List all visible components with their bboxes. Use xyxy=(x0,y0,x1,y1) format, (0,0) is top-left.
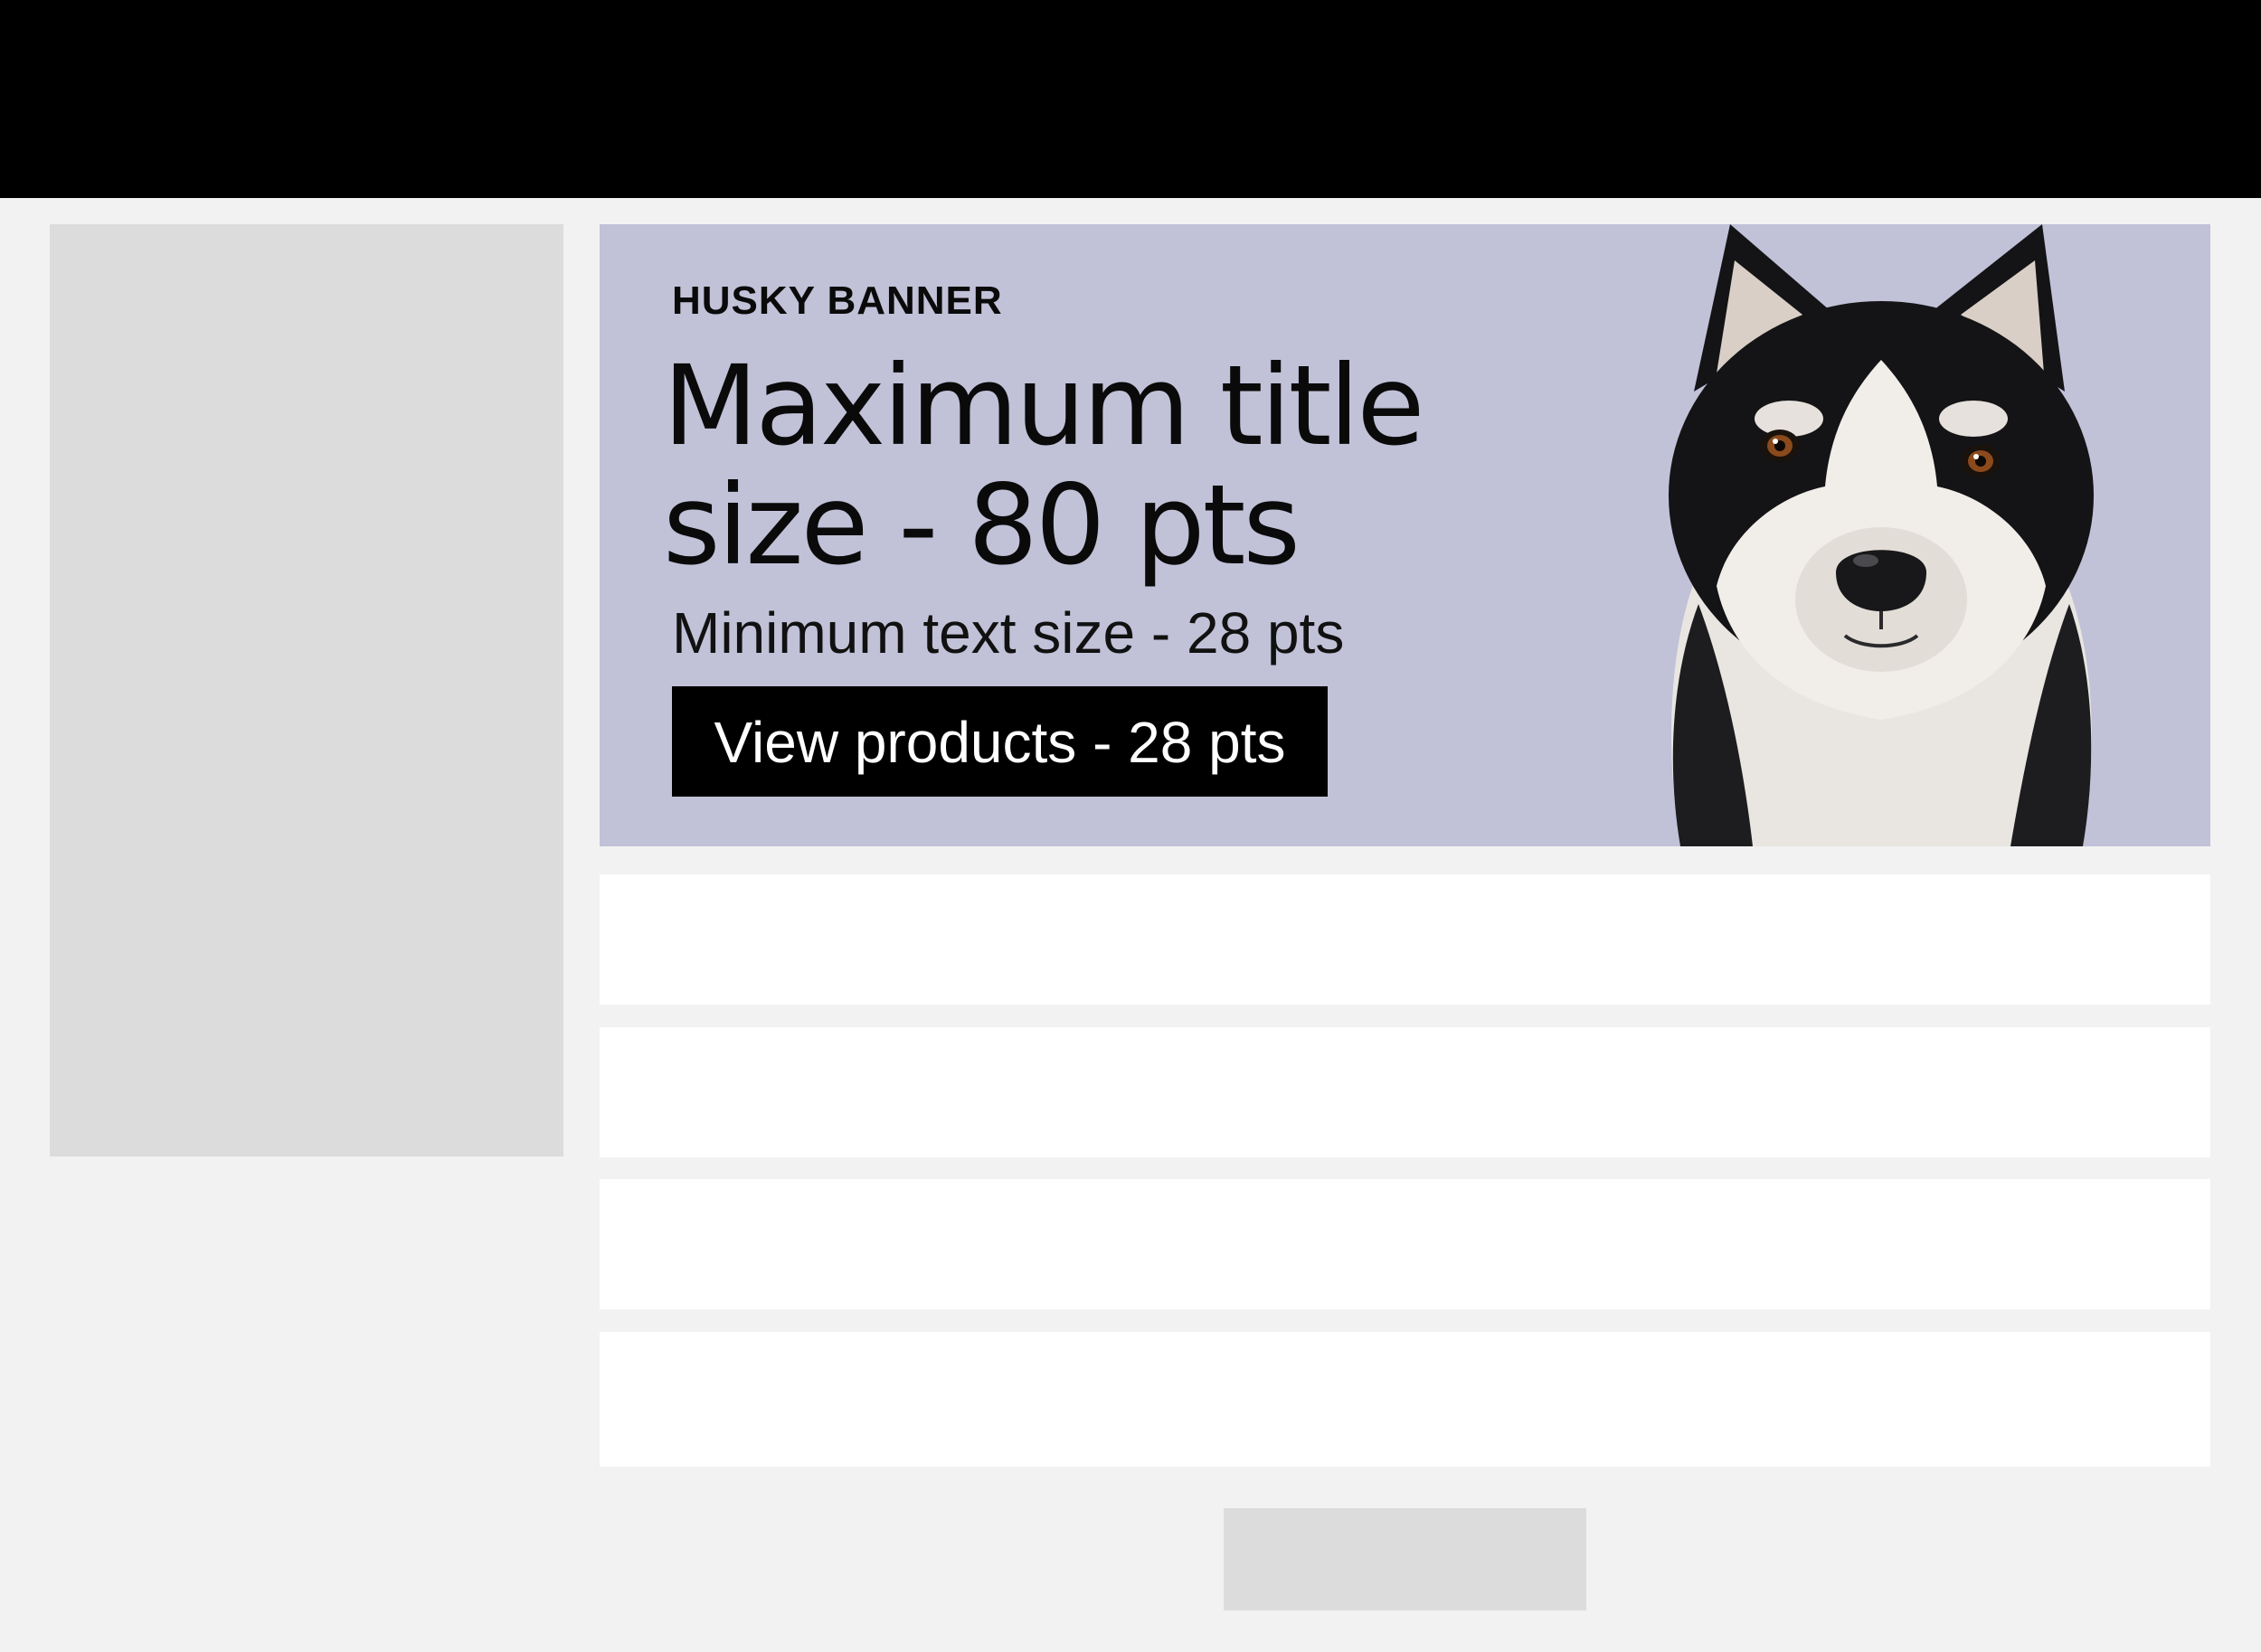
husky-image xyxy=(1669,224,2094,846)
list-item[interactable] xyxy=(600,874,2210,1005)
banner-title-line-2: size - 80 pts xyxy=(663,461,1301,590)
top-navigation-bar xyxy=(0,0,2261,198)
list-item[interactable] xyxy=(600,1027,2210,1157)
banner-title: Maximum title size - 80 pts xyxy=(663,346,1549,585)
husky-banner: HUSKY BANNER Maximum title size - 80 pts… xyxy=(600,224,2210,846)
view-products-button[interactable]: View products - 28 pts xyxy=(672,686,1328,797)
sidebar-placeholder xyxy=(50,224,563,1156)
load-more-button[interactable] xyxy=(1224,1508,1586,1610)
list-item[interactable] xyxy=(600,1332,2210,1467)
banner-title-line-1: Maximum title xyxy=(663,342,1424,470)
banner-eyebrow: HUSKY BANNER xyxy=(672,278,1003,323)
banner-subtext: Minimum text size - 28 pts xyxy=(672,600,1345,666)
list-item[interactable] xyxy=(600,1179,2210,1309)
